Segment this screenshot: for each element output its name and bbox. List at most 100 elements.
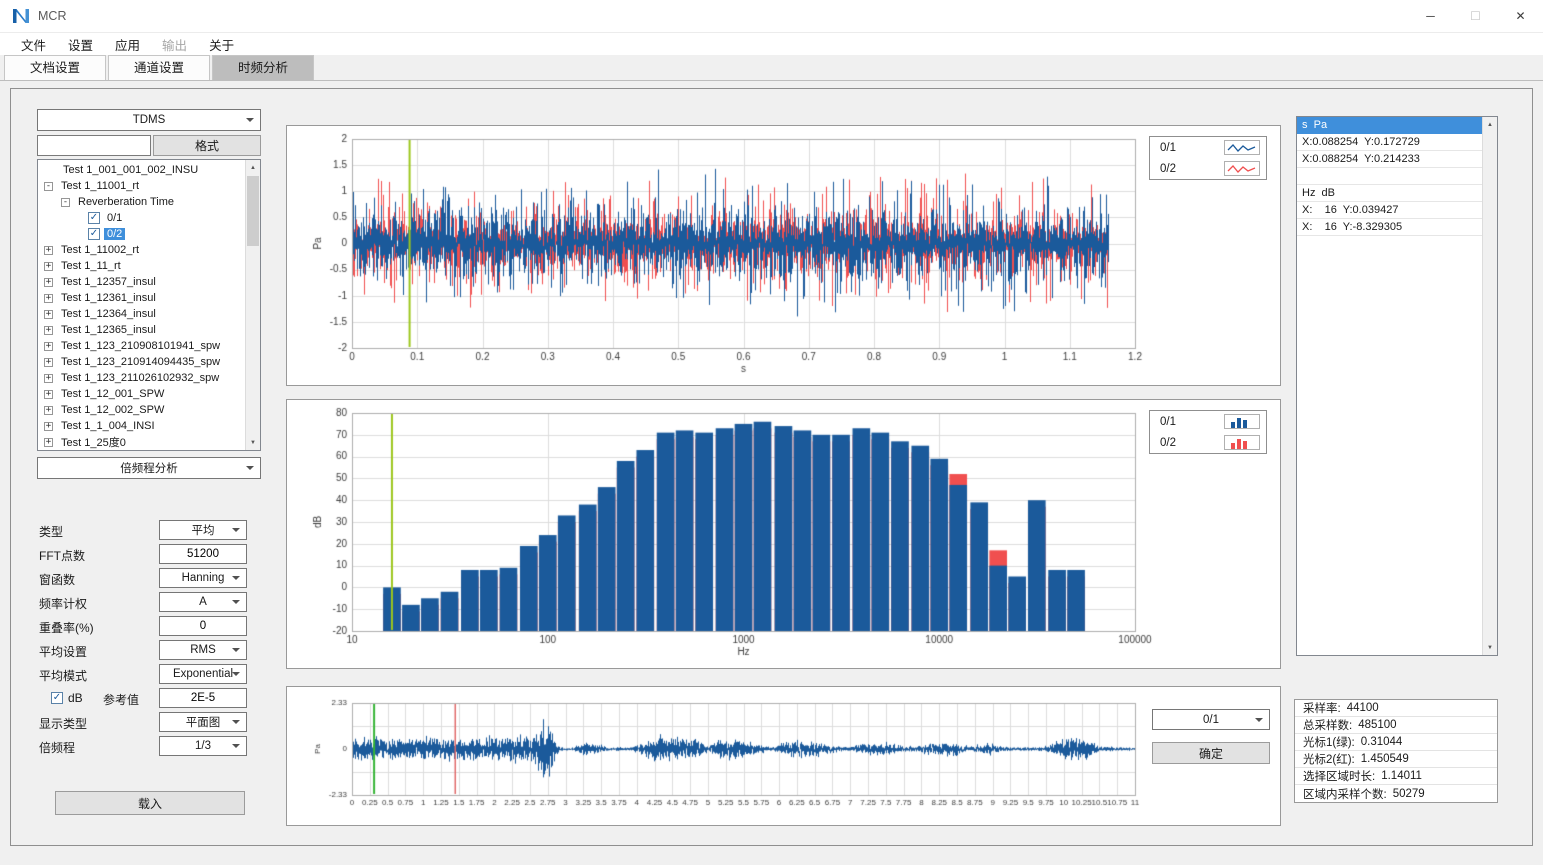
expand-icon[interactable]: + [44, 358, 53, 367]
time-waveform-canvas[interactable] [287, 126, 1280, 385]
tree-item[interactable]: +Test 1_123_211026102932_spw [38, 370, 245, 386]
scroll-down-icon[interactable]: ▼ [246, 435, 260, 450]
maximize-button[interactable]: ☐ [1453, 0, 1498, 32]
info-value: 485100 [1358, 719, 1396, 731]
info-rows: 采样率:44100总采样数:485100光标1(绿):0.31044光标2(红)… [1295, 700, 1497, 802]
db-checkbox[interactable]: ✓ [51, 692, 63, 704]
list-scrollbar[interactable]: ▲ ▼ [1482, 117, 1497, 655]
line-sample-icon [1224, 161, 1260, 176]
tree-item[interactable]: -Reverberation Time [38, 194, 245, 210]
tree-item[interactable]: +Test 1_123_210914094435_spw [38, 354, 245, 370]
close-button[interactable]: ✕ [1498, 0, 1543, 32]
octave-spectrum-canvas[interactable] [287, 400, 1280, 668]
tree-item[interactable]: ✓0/2 [38, 226, 245, 242]
expand-icon[interactable]: + [44, 278, 53, 287]
file-format-select[interactable]: TDMS [37, 109, 261, 131]
cursor-list-row[interactable]: X: 16 Y:0.039427 [1297, 202, 1482, 219]
tree-item[interactable]: ✓0/1 [38, 210, 245, 226]
tree-item[interactable]: +Test 1_12365_insul [38, 322, 245, 338]
cursor-list-row[interactable]: X: 16 Y:-8.329305 [1297, 219, 1482, 236]
tree-item-label: Test 1_11_rt [58, 260, 124, 272]
expand-icon[interactable]: + [44, 294, 53, 303]
collapse-icon[interactable]: - [61, 198, 70, 207]
analysis-mode-select[interactable]: 倍频程分析 [37, 457, 261, 479]
tab-时频分析[interactable]: 时频分析 [212, 55, 314, 80]
confirm-button[interactable]: 确定 [1152, 742, 1270, 764]
tab-通道设置[interactable]: 通道设置 [108, 55, 210, 80]
form-select-平均模式[interactable]: Exponential [159, 664, 247, 684]
expand-icon[interactable]: + [44, 422, 53, 431]
legend-row[interactable]: 0/1 [1150, 411, 1266, 432]
info-label: 光标2(红): [1303, 751, 1355, 767]
load-button[interactable]: 载入 [55, 791, 245, 815]
file-tree-rows: Test 1_001_001_002_INSU-Test 1_11001_rt-… [38, 160, 245, 450]
expand-icon[interactable]: + [44, 310, 53, 319]
legend-row[interactable]: 0/1 [1150, 137, 1266, 158]
cursor-list-row[interactable] [1297, 168, 1482, 185]
expand-icon[interactable]: + [44, 374, 53, 383]
form-select-value: A [199, 596, 207, 608]
expand-icon[interactable]: + [44, 262, 53, 271]
tree-item[interactable]: +Test 1_12_001_SPW [38, 386, 245, 402]
checkbox-checked[interactable]: ✓ [88, 212, 100, 224]
form-input-重叠率(%)[interactable] [159, 616, 247, 636]
tree-item[interactable]: +Test 1_25度0 [38, 434, 245, 450]
channel-select[interactable]: 0/1 [1152, 709, 1270, 730]
tab-bar: 文档设置通道设置时频分析 [0, 55, 1543, 81]
menu-item-文件[interactable]: 文件 [10, 33, 57, 56]
tree-item[interactable]: +Test 1_12361_insul [38, 290, 245, 306]
cursor-list-row[interactable]: X:0.088254 Y:0.214233 [1297, 151, 1482, 168]
form-select-类型[interactable]: 平均 [159, 520, 247, 540]
form-label: 频率计权 [39, 595, 87, 612]
legend-row[interactable]: 0/2 [1150, 432, 1266, 453]
legend-row[interactable]: 0/2 [1150, 158, 1266, 179]
menu-item-应用[interactable]: 应用 [104, 33, 151, 56]
cursor-list-row[interactable]: Hz dB [1297, 185, 1482, 202]
tree-item[interactable]: -Test 1_11001_rt [38, 178, 245, 194]
info-row: 区域内采样个数:50279 [1295, 785, 1497, 802]
tree-item[interactable]: + Test 1_11_rt [38, 258, 245, 274]
form-label: 显示类型 [39, 715, 87, 732]
file-filter-input[interactable] [37, 135, 151, 156]
form-label: 平均设置 [39, 643, 87, 660]
menu-item-设置[interactable]: 设置 [57, 33, 104, 56]
form-select-倍频程[interactable]: 1/3 [159, 736, 247, 756]
expand-icon[interactable]: + [44, 390, 53, 399]
tree-item[interactable]: +Test 1_11002_rt [38, 242, 245, 258]
tree-item[interactable]: +Test 1_12364_insul [38, 306, 245, 322]
overview-waveform-canvas[interactable] [287, 687, 1280, 825]
tree-item[interactable]: +Test 1_12357_insul [38, 274, 245, 290]
form-select-平均设置[interactable]: RMS [159, 640, 247, 660]
format-button[interactable]: 格式 [153, 135, 261, 156]
expand-icon[interactable]: + [44, 438, 53, 447]
scroll-up-icon[interactable]: ▲ [1483, 117, 1497, 132]
expand-icon[interactable]: + [44, 246, 53, 255]
expand-icon[interactable]: + [44, 342, 53, 351]
cursor-list-row[interactable]: X:0.088254 Y:0.172729 [1297, 134, 1482, 151]
tree-item[interactable]: Test 1_001_001_002_INSU [38, 162, 245, 178]
collapse-icon[interactable]: - [44, 182, 53, 191]
analysis-form: 类型平均FFT点数窗函数Hanning频率计权A重叠率(%)平均设置RMS平均模… [37, 519, 261, 759]
cursor-list-row[interactable]: s Pa [1297, 117, 1482, 134]
tree-item[interactable]: +Test 1_1_004_INSI [38, 418, 245, 434]
form-select-窗函数[interactable]: Hanning [159, 568, 247, 588]
scroll-down-icon[interactable]: ▼ [1483, 640, 1497, 655]
bar-sample-icon [1224, 414, 1260, 429]
tree-item[interactable]: +Test 1_12_002_SPW [38, 402, 245, 418]
minimize-button[interactable]: ─ [1408, 0, 1453, 32]
expand-icon[interactable]: + [44, 326, 53, 335]
checkbox-checked[interactable]: ✓ [88, 228, 100, 240]
expand-icon[interactable]: + [44, 406, 53, 415]
menu-item-关于[interactable]: 关于 [198, 33, 245, 56]
chevron-down-icon [232, 744, 240, 748]
form-label: 倍频程 [39, 739, 75, 756]
form-select-显示类型[interactable]: 平面图 [159, 712, 247, 732]
form-select-频率计权[interactable]: A [159, 592, 247, 612]
scroll-thumb[interactable] [247, 176, 259, 246]
tree-scrollbar[interactable]: ▲ ▼ [245, 160, 260, 450]
tab-文档设置[interactable]: 文档设置 [4, 55, 106, 80]
form-input-参考值[interactable] [159, 688, 247, 708]
tree-item[interactable]: +Test 1_123_210908101941_spw [38, 338, 245, 354]
form-input-FFT点数[interactable] [159, 544, 247, 564]
scroll-up-icon[interactable]: ▲ [246, 160, 260, 175]
